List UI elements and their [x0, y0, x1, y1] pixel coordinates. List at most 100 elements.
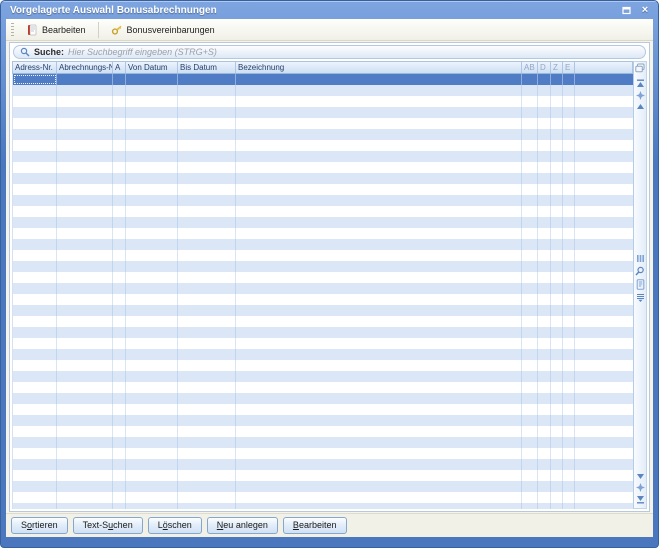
grid-cell-adress-nr[interactable] — [13, 228, 57, 239]
grid-cell-ab[interactable] — [522, 96, 538, 107]
grid-cell-bis-datum[interactable] — [178, 272, 236, 283]
grid-cell-abrechnungs-nr[interactable] — [57, 250, 113, 261]
grid-cell-ab[interactable] — [522, 492, 538, 503]
grid-cell-adress-nr[interactable] — [13, 481, 57, 492]
grid-row[interactable] — [13, 294, 633, 305]
grid-cell-ab[interactable] — [522, 140, 538, 151]
grid-row[interactable] — [13, 448, 633, 459]
grid-cell-bis-datum[interactable] — [178, 261, 236, 272]
grid-cell-d[interactable] — [538, 96, 551, 107]
grid-cell-bezeichnung[interactable] — [236, 173, 522, 184]
grid-cell-a[interactable] — [113, 283, 126, 294]
grid-cell-ab[interactable] — [522, 437, 538, 448]
grid-cell-a[interactable] — [113, 404, 126, 415]
grid-row[interactable] — [13, 85, 633, 96]
grid-cell-z[interactable] — [551, 129, 563, 140]
grid-cell-von-datum[interactable] — [126, 360, 178, 371]
grid-cell-bis-datum[interactable] — [178, 118, 236, 129]
grid-cell-von-datum[interactable] — [126, 448, 178, 459]
grid-cell-bezeichnung[interactable] — [236, 503, 522, 509]
grid-cell-abrechnungs-nr[interactable] — [57, 481, 113, 492]
grid-row[interactable] — [13, 338, 633, 349]
grid-cell-von-datum[interactable] — [126, 151, 178, 162]
grid-cell-a[interactable] — [113, 162, 126, 173]
grid-cell-z[interactable] — [551, 228, 563, 239]
column-header-von-datum[interactable]: Von Datum — [126, 62, 178, 73]
grid-cell-bezeichnung[interactable] — [236, 272, 522, 283]
grid-row[interactable] — [13, 503, 633, 509]
grid-cell-ab[interactable] — [522, 360, 538, 371]
grid-cell-abrechnungs-nr[interactable] — [57, 283, 113, 294]
grid-cell-a[interactable] — [113, 151, 126, 162]
grid-cell-ab[interactable] — [522, 459, 538, 470]
grid-cell-bis-datum[interactable] — [178, 404, 236, 415]
grid-cell-z[interactable] — [551, 426, 563, 437]
grid-cell-d[interactable] — [538, 338, 551, 349]
grid-cell-d[interactable] — [538, 327, 551, 338]
grid-cell-adress-nr[interactable] — [13, 140, 57, 151]
grid-cell-d[interactable] — [538, 250, 551, 261]
grid-cell-bis-datum[interactable] — [178, 250, 236, 261]
grid-cell-bezeichnung[interactable] — [236, 195, 522, 206]
grid-cell-e[interactable] — [563, 426, 575, 437]
grid-cell-abrechnungs-nr[interactable] — [57, 415, 113, 426]
grid-cell-abrechnungs-nr[interactable] — [57, 327, 113, 338]
grid-cell-abrechnungs-nr[interactable] — [57, 184, 113, 195]
grid-cell-abrechnungs-nr[interactable] — [57, 107, 113, 118]
grid-cell-adress-nr[interactable] — [13, 316, 57, 327]
grid-cell-bis-datum[interactable] — [178, 195, 236, 206]
grid-cell-bezeichnung[interactable] — [236, 492, 522, 503]
grid-cell-bezeichnung[interactable] — [236, 118, 522, 129]
grid-row[interactable] — [13, 415, 633, 426]
grid-cell-bezeichnung[interactable] — [236, 129, 522, 140]
grid-cell-bezeichnung[interactable] — [236, 349, 522, 360]
grid-row[interactable] — [13, 173, 633, 184]
grid-cell-d[interactable] — [538, 393, 551, 404]
grid-cell-bis-datum[interactable] — [178, 481, 236, 492]
grid-cell-von-datum[interactable] — [126, 96, 178, 107]
grid-cell-a[interactable] — [113, 492, 126, 503]
grid-cell-bezeichnung[interactable] — [236, 184, 522, 195]
grid-cell-z[interactable] — [551, 338, 563, 349]
scroll-line-up-icon[interactable] — [636, 103, 645, 110]
column-header-d[interactable]: D — [538, 62, 551, 73]
grid-cell-adress-nr[interactable] — [13, 74, 57, 85]
grid-cell-bis-datum[interactable] — [178, 415, 236, 426]
column-header-adress-nr[interactable]: Adress-Nr. — [13, 62, 57, 73]
grid-cell-ab[interactable] — [522, 195, 538, 206]
grid-cell-bis-datum[interactable] — [178, 470, 236, 481]
grid-cell-d[interactable] — [538, 470, 551, 481]
löschen-button[interactable]: Löschen — [147, 517, 202, 534]
grid-cell-adress-nr[interactable] — [13, 261, 57, 272]
grid-cell-abrechnungs-nr[interactable] — [57, 437, 113, 448]
grid-cell-d[interactable] — [538, 272, 551, 283]
grid-cell-von-datum[interactable] — [126, 184, 178, 195]
grid-cell-e[interactable] — [563, 272, 575, 283]
grid-cell-z[interactable] — [551, 85, 563, 96]
grid-cell-bis-datum[interactable] — [178, 305, 236, 316]
grid-cell-abrechnungs-nr[interactable] — [57, 316, 113, 327]
grid-cell-e[interactable] — [563, 404, 575, 415]
grid-cell-d[interactable] — [538, 228, 551, 239]
grid-cell-d[interactable] — [538, 74, 551, 85]
grid-cell-von-datum[interactable] — [126, 140, 178, 151]
grid-row[interactable] — [13, 371, 633, 382]
grid-cell-abrechnungs-nr[interactable] — [57, 360, 113, 371]
grid-cell-bezeichnung[interactable] — [236, 250, 522, 261]
grid-cell-adress-nr[interactable] — [13, 503, 57, 509]
grid-cell-von-datum[interactable] — [126, 492, 178, 503]
grid-cell-bezeichnung[interactable] — [236, 261, 522, 272]
grid-cell-z[interactable] — [551, 151, 563, 162]
grid-cell-bezeichnung[interactable] — [236, 206, 522, 217]
grid-cell-abrechnungs-nr[interactable] — [57, 349, 113, 360]
grid-row[interactable] — [13, 239, 633, 250]
grid-cell-d[interactable] — [538, 283, 551, 294]
grid-cell-bis-datum[interactable] — [178, 360, 236, 371]
grid-cell-a[interactable] — [113, 503, 126, 509]
grid-cell-von-datum[interactable] — [126, 261, 178, 272]
grid-cell-ab[interactable] — [522, 74, 538, 85]
grid-cell-d[interactable] — [538, 129, 551, 140]
toolbar-grip[interactable] — [11, 22, 14, 37]
grid-cell-bezeichnung[interactable] — [236, 426, 522, 437]
grid-row[interactable] — [13, 393, 633, 404]
